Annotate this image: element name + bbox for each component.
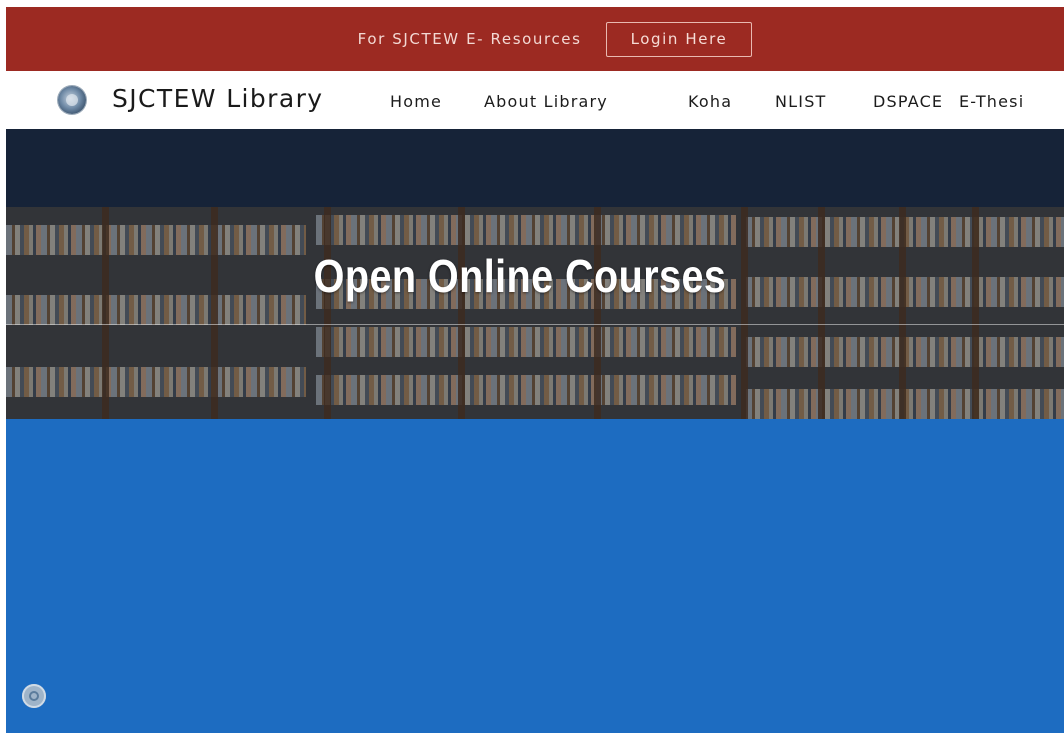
site-brand[interactable]: SJCTEW Library (112, 84, 323, 113)
resources-bar: For SJCTEW E- Resources Login Here (6, 7, 1064, 71)
accessibility-icon-ring (29, 691, 39, 701)
hero-banner: Open Online Courses (6, 207, 1064, 419)
nav-item-koha[interactable]: Koha (688, 92, 732, 111)
main-navbar: SJCTEW Library Home About Library Koha N… (6, 71, 1064, 129)
nav-item-e-thesis[interactable]: E-Thesi (959, 92, 1024, 111)
nav-item-about-library[interactable]: About Library (484, 92, 608, 111)
logo-emblem (66, 94, 78, 106)
login-button[interactable]: Login Here (605, 21, 753, 57)
nav-item-nlist[interactable]: NLIST (775, 92, 827, 111)
content-area (6, 419, 1064, 733)
library-logo-icon[interactable] (58, 86, 86, 114)
nav-item-dspace[interactable]: DSPACE (873, 92, 943, 111)
nav-item-home[interactable]: Home (390, 92, 442, 111)
hero-overlay (6, 207, 1064, 419)
resources-text: For SJCTEW E- Resources (357, 30, 582, 48)
header-band (6, 129, 1064, 209)
hero-title: Open Online Courses (313, 250, 727, 302)
accessibility-icon[interactable] (22, 684, 46, 708)
page: For SJCTEW E- Resources Login Here SJCTE… (6, 7, 1064, 733)
hero-divider (6, 324, 1064, 325)
